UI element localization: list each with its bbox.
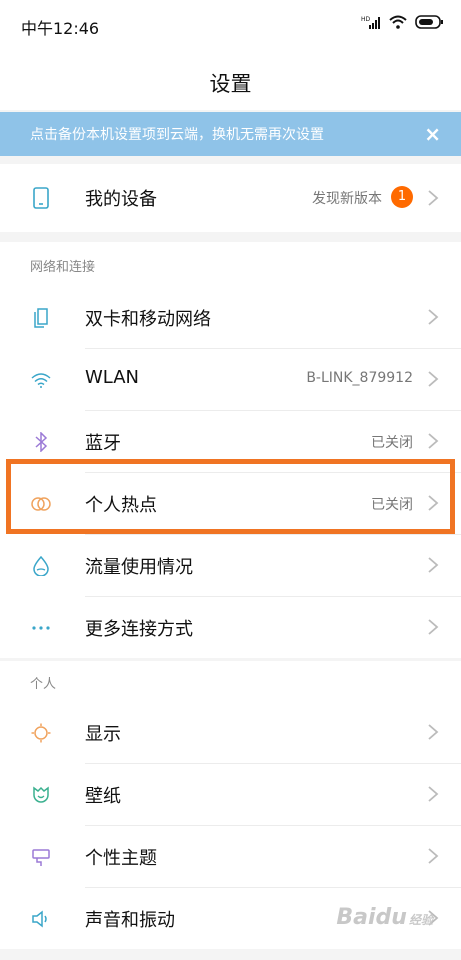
row-label: 声音和振动	[85, 910, 175, 931]
page-title: 设置	[209, 72, 252, 96]
watermark-suffix: 经验	[408, 913, 433, 927]
backup-banner[interactable]: 点击备份本机设置项到云端，换机无需再次设置 ×	[0, 112, 461, 156]
wifi-status-icon	[389, 15, 407, 29]
row-label: 壁纸	[85, 786, 121, 807]
list-item-display[interactable]: 显示	[0, 701, 461, 763]
chevron-right-icon	[428, 190, 439, 206]
row-label: 蓝牙	[85, 433, 121, 454]
bluetooth-icon	[30, 431, 52, 453]
network-type-label: HD	[361, 16, 371, 23]
watermark-brand: Baidu	[336, 905, 407, 930]
row-label: 双卡和移动网络	[85, 309, 211, 330]
list-item-dual-sim[interactable]: 双卡和移动网络	[0, 286, 461, 348]
data-usage-icon	[30, 555, 52, 577]
sound-icon	[30, 908, 52, 930]
wallpaper-icon	[30, 784, 52, 806]
chevron-right-icon	[428, 371, 439, 387]
section-header-network: 网络和连接	[0, 242, 461, 286]
more-icon	[30, 617, 52, 639]
watermark: Baidu 经验	[336, 905, 433, 930]
section-header-personal: 个人	[0, 661, 461, 701]
status-time: 中午12:46	[21, 19, 100, 38]
battery-icon	[415, 15, 443, 29]
close-icon[interactable]: ×	[424, 122, 441, 146]
theme-icon	[30, 846, 52, 868]
chevron-right-icon	[428, 619, 439, 635]
display-icon	[30, 722, 52, 744]
list-item-more-connections[interactable]: 更多连接方式	[0, 596, 461, 658]
network-section: 网络和连接 双卡和移动网络 WLAN B-LINK_879912 蓝牙 已关闭 …	[0, 242, 461, 658]
title-bar: 设置	[0, 50, 461, 110]
list-item-wallpaper[interactable]: 壁纸	[0, 763, 461, 825]
status-icons: HD	[361, 15, 443, 29]
row-label: 显示	[85, 724, 121, 745]
chevron-right-icon	[428, 309, 439, 325]
list-item-theme[interactable]: 个性主题	[0, 825, 461, 887]
banner-text[interactable]: 点击备份本机设置项到云端，换机无需再次设置	[30, 124, 324, 144]
chevron-right-icon	[428, 557, 439, 573]
list-item-wlan[interactable]: WLAN B-LINK_879912	[0, 348, 461, 410]
row-label: 个性主题	[85, 848, 157, 869]
chevron-right-icon	[428, 848, 439, 864]
chevron-right-icon	[428, 786, 439, 802]
chevron-right-icon	[428, 433, 439, 449]
phone-icon	[30, 187, 52, 209]
dual-sim-icon	[30, 307, 52, 329]
row-label: WLAN	[85, 367, 140, 388]
signal-icon: HD	[361, 16, 380, 29]
list-item-data-usage[interactable]: 流量使用情况	[0, 534, 461, 596]
my-device-label: 我的设备	[85, 189, 157, 210]
wifi-icon	[30, 369, 52, 391]
row-label: 更多连接方式	[85, 619, 193, 640]
hotspot-highlight-box	[6, 459, 455, 534]
status-bar: 中午12:46 HD	[0, 0, 461, 50]
row-value: B-LINK_879912	[306, 370, 413, 386]
section-title: 网络和连接	[30, 260, 96, 275]
my-device-card: 我的设备 发现新版本 1	[0, 164, 461, 232]
chevron-right-icon	[428, 724, 439, 740]
update-status: 发现新版本	[312, 191, 382, 207]
update-badge: 1	[391, 186, 413, 208]
row-value: 已关闭	[371, 435, 413, 451]
row-label: 流量使用情况	[85, 557, 193, 578]
section-title: 个人	[30, 677, 57, 692]
my-device-row[interactable]: 我的设备 发现新版本 1	[0, 164, 461, 232]
